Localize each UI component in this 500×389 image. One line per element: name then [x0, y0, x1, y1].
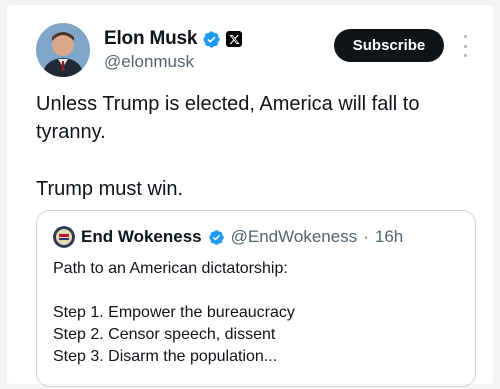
- quoted-text-line: Step 1. Empower the bureaucracy: [53, 304, 295, 321]
- x-logo-icon: [226, 31, 243, 47]
- quoted-timestamp[interactable]: 16h: [375, 227, 403, 247]
- quoted-text-line: Path to an American dictatorship:: [53, 260, 288, 277]
- author-name-row: Elon Musk: [104, 27, 243, 51]
- quoted-avatar-image: [53, 226, 75, 248]
- author-handle[interactable]: @elonmusk: [104, 52, 194, 72]
- author-name[interactable]: Elon Musk: [104, 28, 197, 50]
- quoted-tweet-text: Path to an American dictatorship: Step 1…: [53, 258, 463, 368]
- verified-badge-icon: [203, 30, 220, 48]
- quoted-tweet[interactable]: End Wokeness @EndWokeness · 16h Path to …: [36, 210, 476, 387]
- tweet-text: Unless Trump is elected, America will fa…: [36, 90, 486, 203]
- verified-badge-icon: [208, 229, 224, 245]
- quoted-author-name[interactable]: End Wokeness: [81, 227, 202, 247]
- subscribe-button[interactable]: Subscribe: [334, 29, 444, 62]
- tweet-card: Elon Musk @elonmusk Subscribe Unless Tru…: [7, 5, 493, 387]
- tweet-text-line: Unless Trump is elected, America will fa…: [36, 93, 420, 143]
- quoted-text-line: Step 3. Disarm the population...: [53, 348, 278, 365]
- more-options-icon[interactable]: [461, 35, 469, 57]
- quoted-tweet-header: End Wokeness @EndWokeness · 16h: [53, 226, 403, 248]
- avatar[interactable]: [36, 23, 90, 77]
- quoted-text-line: Step 2. Censor speech, dissent: [53, 326, 276, 343]
- tweet-text-line: Trump must win.: [36, 178, 184, 200]
- quoted-author-handle[interactable]: @EndWokeness: [231, 227, 358, 247]
- avatar-image: [36, 23, 90, 77]
- meta-separator: ·: [363, 227, 369, 246]
- quoted-avatar[interactable]: [53, 226, 75, 248]
